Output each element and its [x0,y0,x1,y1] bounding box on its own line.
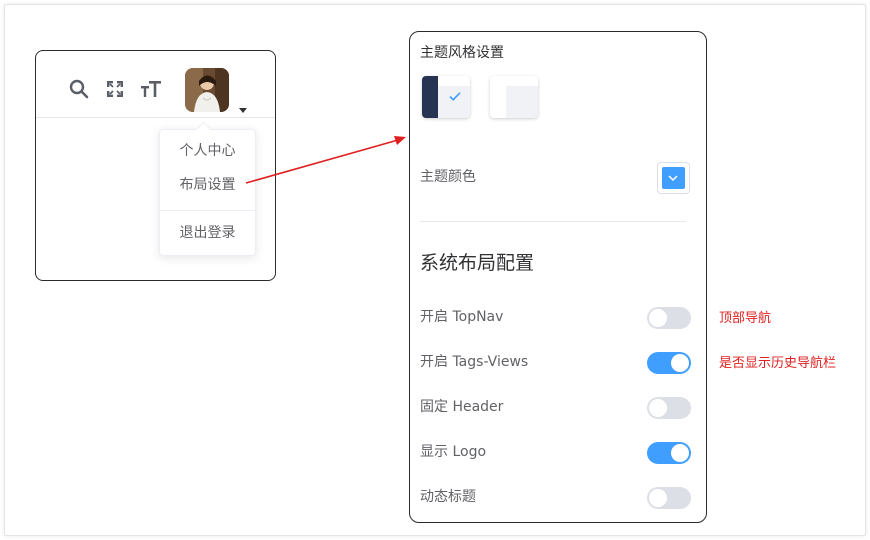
avatar[interactable] [185,68,229,112]
toggle-topnav[interactable] [647,307,691,329]
setting-label-fixed-header: 固定 Header [420,399,504,415]
toggle-knob [671,354,689,372]
menu-item-layout-settings[interactable]: 布局设置 [160,175,255,195]
user-dropdown-menu: 个人中心 布局设置 退出登录 [159,121,256,256]
theme-option-light[interactable] [490,76,538,118]
toggle-knob [649,489,667,507]
settings-divider [420,221,686,222]
fullscreen-icon[interactable] [104,78,126,100]
font-size-icon[interactable] [140,78,162,100]
theme-dark-sidebar [422,76,438,118]
check-icon [447,88,463,104]
theme-style-title: 主题风格设置 [420,45,504,61]
theme-light-header [506,76,538,86]
search-icon[interactable] [68,78,90,100]
setting-label-topnav: 开启 TopNav [420,309,504,325]
caret-down-icon[interactable] [239,98,247,113]
annotation-topnav: 顶部导航 [719,311,772,326]
menu-item-profile[interactable]: 个人中心 [160,141,255,161]
menu-item-logout[interactable]: 退出登录 [160,223,255,243]
theme-color-label: 主题颜色 [420,169,476,185]
annotation-tags-views: 是否显示历史导航栏 [719,356,837,371]
theme-option-dark[interactable] [422,76,470,118]
toggle-tags-views[interactable] [647,352,691,374]
dropdown-divider [160,210,255,211]
setting-label-dynamic-title: 动态标题 [420,489,476,505]
toggle-show-logo[interactable] [647,442,691,464]
theme-color-picker[interactable] [657,162,690,194]
toggle-knob [649,399,667,417]
theme-light-sidebar [490,76,506,118]
toggle-dynamic-title[interactable] [647,487,691,509]
chevron-down-icon [668,175,678,182]
toggle-knob [649,309,667,327]
toggle-fixed-header[interactable] [647,397,691,419]
setting-label-tags-views: 开启 Tags-Views [420,354,529,370]
setting-label-show-logo: 显示 Logo [420,444,487,460]
layout-settings-panel: 主题风格设置 主题颜色 系统布局配置 开启 TopNav 开启 Tags-Vie… [409,31,707,523]
navbar-bottom-border [36,117,275,118]
theme-dark-header [438,76,470,86]
layout-config-heading: 系统布局配置 [420,252,535,274]
toggle-knob [671,444,689,462]
